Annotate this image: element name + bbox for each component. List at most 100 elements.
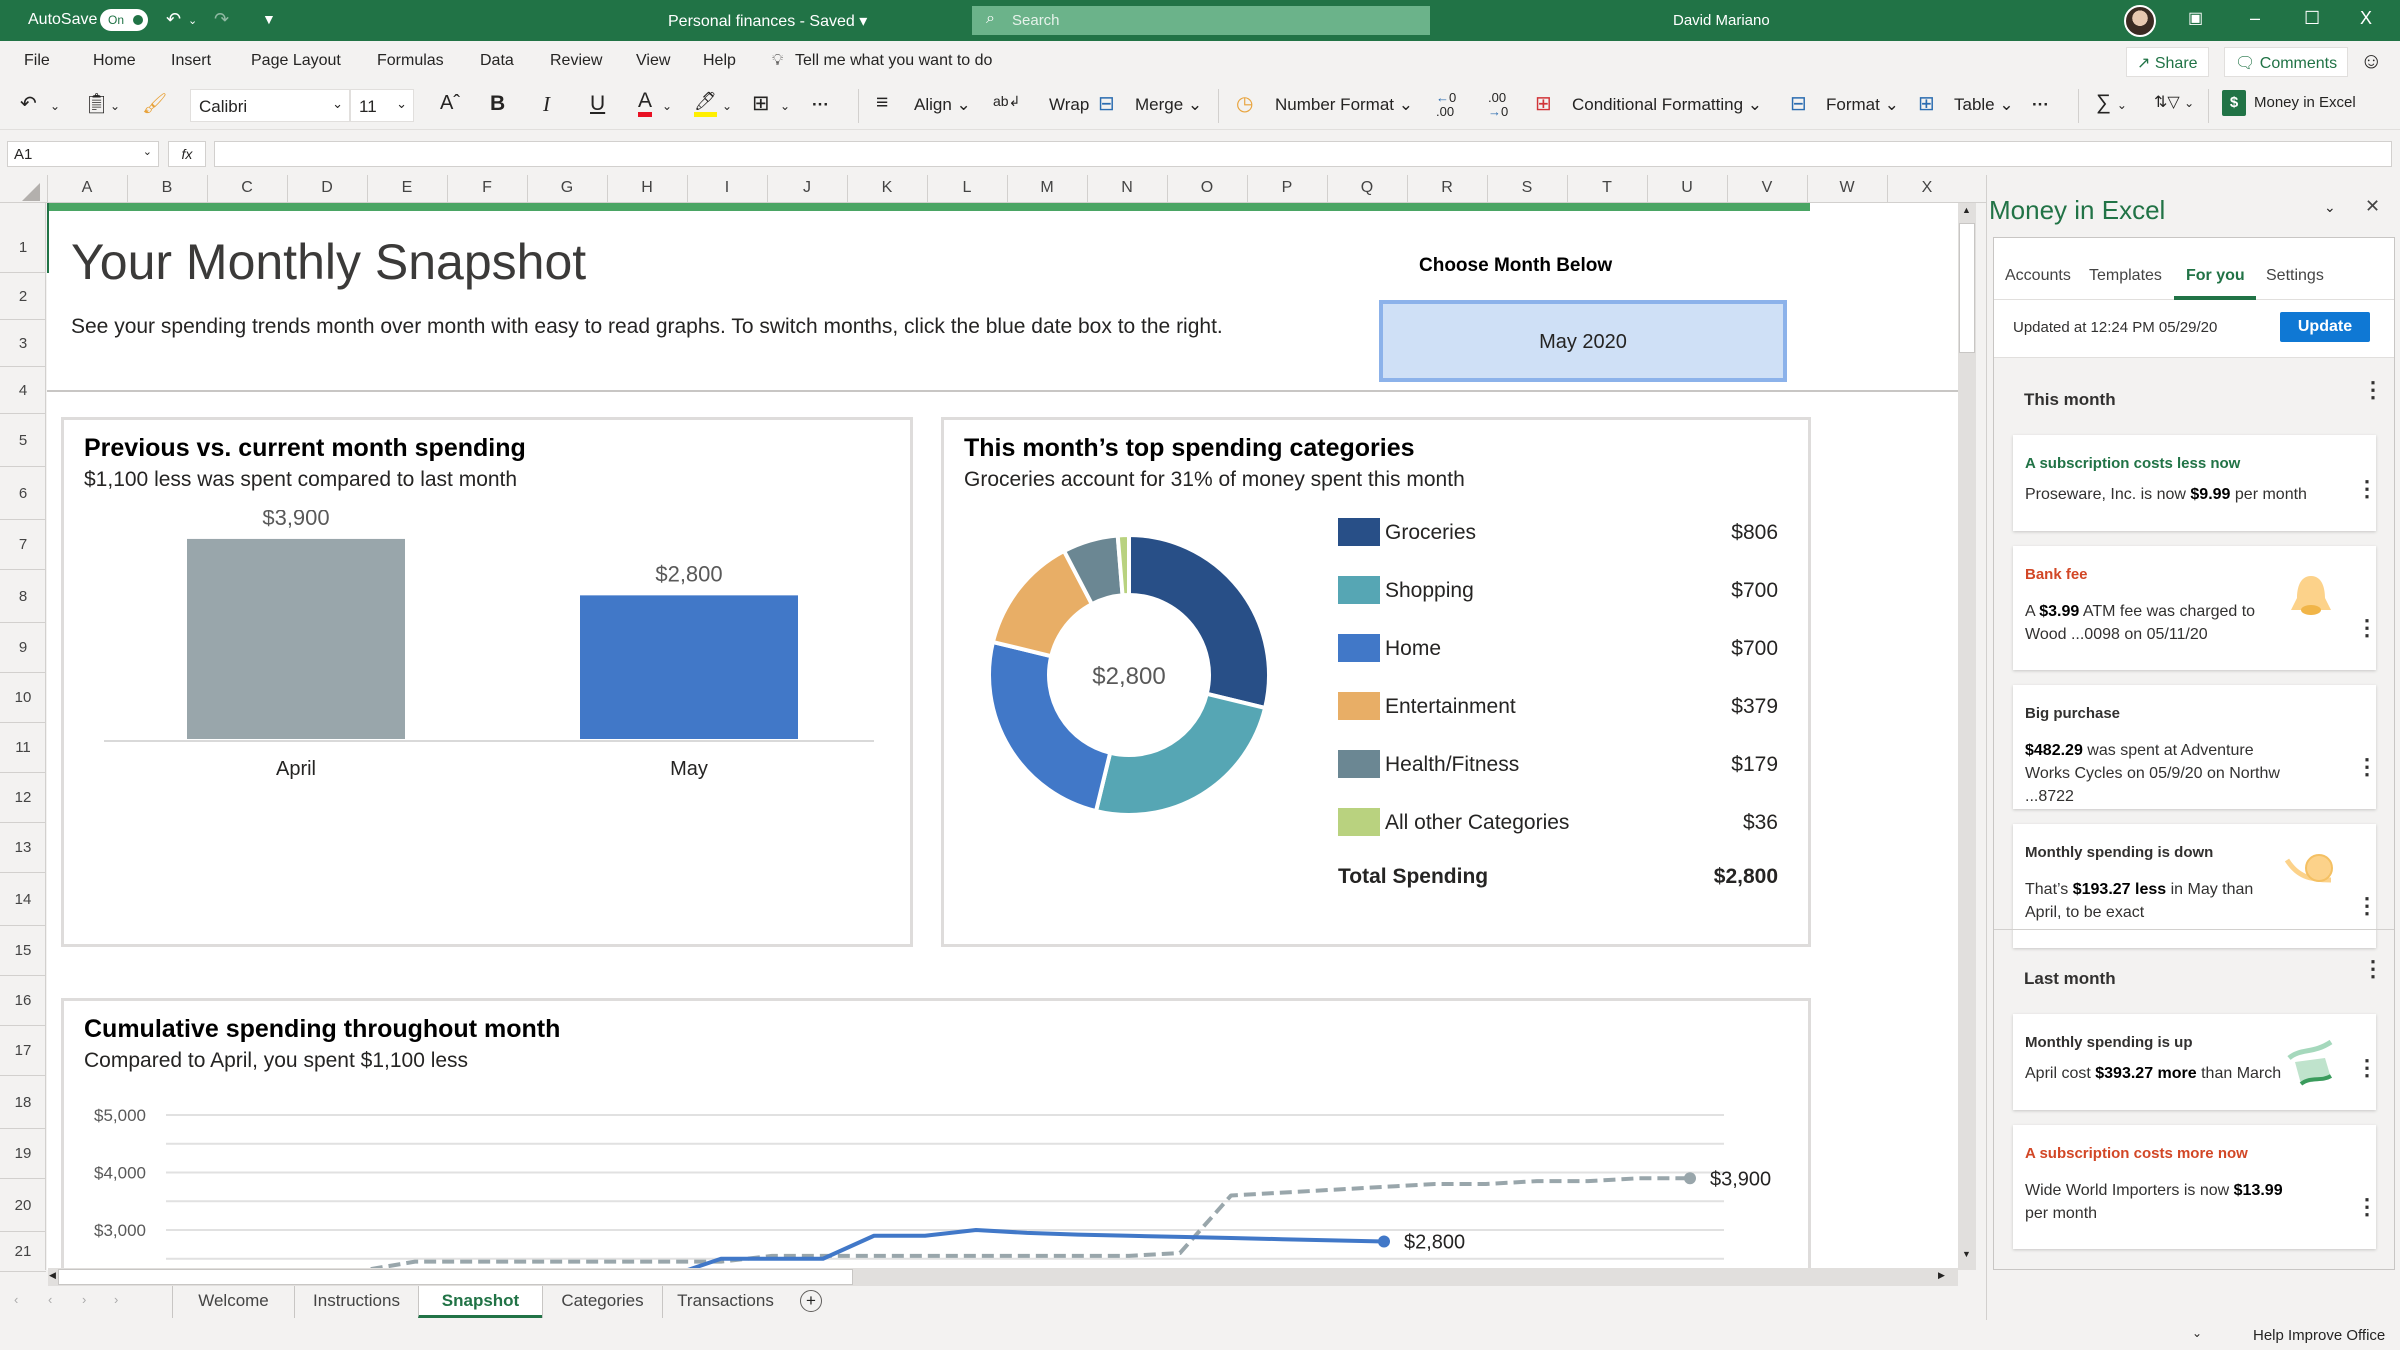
autosum-icon[interactable]: ∑ ⌄ <box>2096 91 2127 115</box>
insight-more-icon[interactable]: ⋮ <box>2356 617 2378 639</box>
format-painter-icon[interactable]: 🖌︎ <box>142 91 167 116</box>
column-header[interactable]: E <box>367 179 447 197</box>
table-button[interactable]: Table ⌄ <box>1954 95 2014 115</box>
increase-decimal-icon[interactable]: ←0.00 <box>1436 91 1456 119</box>
insight-more-icon[interactable]: ⋮ <box>2356 895 2378 917</box>
minimize-button[interactable]: – <box>2250 8 2260 29</box>
pane-tab-for-you[interactable]: For you <box>2186 267 2245 285</box>
font-name-select[interactable]: Calibri ⌄ <box>190 89 350 122</box>
font-size-select[interactable]: 11 ⌄ <box>350 89 414 122</box>
sheet-tab-instructions[interactable]: Instructions <box>294 1286 418 1318</box>
column-header[interactable]: T <box>1567 179 1647 197</box>
insight-card[interactable]: Big purchase $482.29 was spent at Adventu… <box>2013 685 2378 809</box>
align-button[interactable]: Align ⌄ <box>914 95 971 115</box>
column-header[interactable]: B <box>127 179 207 197</box>
column-header[interactable]: M <box>1007 179 1087 197</box>
number-format-button[interactable]: Number Format ⌄ <box>1275 95 1413 115</box>
select-all-button[interactable] <box>22 183 40 201</box>
comments-button[interactable]: 🗨︎ Comments <box>2224 47 2349 77</box>
format-button[interactable]: Format ⌄ <box>1826 95 1899 115</box>
column-header[interactable]: W <box>1807 179 1887 197</box>
share-button[interactable]: ↗ Share <box>2126 47 2209 77</box>
line-chart-card[interactable]: Cumulative spending throughout month Com… <box>61 998 1811 1270</box>
month-picker[interactable]: May 2020 <box>1379 300 1787 382</box>
customize-quick-access-icon[interactable]: ▼ <box>262 11 276 27</box>
column-header[interactable]: V <box>1727 179 1807 197</box>
insight-card[interactable]: A subscription costs less now Proseware, … <box>2013 435 2378 531</box>
pane-options-icon[interactable]: ⌄ <box>2324 199 2336 216</box>
column-header[interactable]: R <box>1407 179 1487 197</box>
pane-tab-templates[interactable]: Templates <box>2089 267 2162 285</box>
italic-icon[interactable]: I <box>543 92 550 117</box>
column-header[interactable]: C <box>207 179 287 197</box>
scroll-down-icon[interactable]: ▼ <box>1962 1249 1971 1259</box>
menu-page-layout[interactable]: Page Layout <box>251 52 341 70</box>
row-header[interactable]: 13 <box>0 823 46 873</box>
row-header[interactable]: 14 <box>0 873 46 926</box>
undo-icon[interactable]: ↶ <box>166 9 181 30</box>
more-options-icon[interactable]: ··· <box>2032 95 2049 115</box>
column-header[interactable]: I <box>687 179 767 197</box>
this-month-more-icon[interactable]: ⋮ <box>2362 379 2384 401</box>
avatar[interactable] <box>2124 5 2156 37</box>
wrap-button[interactable]: Wrap <box>1049 95 1089 115</box>
row-header[interactable]: 12 <box>0 773 46 823</box>
merge-button[interactable]: Merge ⌄ <box>1135 95 1202 115</box>
menu-home[interactable]: Home <box>93 52 136 70</box>
row-header[interactable]: 18 <box>0 1076 46 1129</box>
horizontal-scrollbar[interactable]: ◀ ▶ <box>48 1268 1958 1286</box>
column-header[interactable]: D <box>287 179 367 197</box>
sheet-tab-snapshot[interactable]: Snapshot <box>418 1286 542 1318</box>
column-header[interactable]: H <box>607 179 687 197</box>
sheet-tab-categories[interactable]: Categories <box>542 1286 662 1318</box>
insight-more-icon[interactable]: ⋮ <box>2356 1196 2378 1218</box>
insert-function-button[interactable]: fx <box>168 141 206 167</box>
column-header[interactable]: L <box>927 179 1007 197</box>
conditional-formatting-button[interactable]: Conditional Formatting ⌄ <box>1572 95 1762 115</box>
paste-icon[interactable]: 📋︎ <box>84 91 109 116</box>
row-header[interactable]: 9 <box>0 623 46 673</box>
column-header[interactable]: J <box>767 179 847 197</box>
menu-review[interactable]: Review <box>550 52 602 70</box>
formula-input[interactable] <box>214 141 2392 167</box>
paste-dropdown-icon[interactable]: ⌄ <box>110 99 120 113</box>
undo-icon[interactable]: ↶ <box>20 91 37 116</box>
row-header[interactable]: 21 <box>0 1232 46 1272</box>
font-color-icon[interactable]: A <box>638 90 653 117</box>
chevron-down-icon[interactable]: ⌄ <box>2192 1326 2202 1340</box>
row-header[interactable]: 5 <box>0 414 46 467</box>
row-header[interactable]: 10 <box>0 673 46 723</box>
column-header[interactable]: X <box>1887 179 1967 197</box>
undo-dropdown-icon[interactable]: ⌄ <box>188 14 197 27</box>
menu-insert[interactable]: Insert <box>171 52 211 70</box>
insight-more-icon[interactable]: ⋮ <box>2356 1057 2378 1079</box>
increase-font-size-icon[interactable]: Aˆ <box>440 92 460 115</box>
name-box[interactable]: A1 ⌄ <box>7 141 159 167</box>
redo-icon[interactable]: ↷ <box>214 9 229 30</box>
row-header[interactable]: 3 <box>0 320 46 367</box>
underline-icon[interactable]: U <box>590 92 605 116</box>
column-header[interactable]: Q <box>1327 179 1407 197</box>
fill-color-icon[interactable]: 🖊︎ <box>694 90 717 117</box>
document-title[interactable]: Personal finances - Saved ▾ <box>668 11 867 31</box>
borders-dropdown-icon[interactable]: ⌄ <box>780 99 790 113</box>
pane-tab-settings[interactable]: Settings <box>2266 267 2324 285</box>
sort-filter-icon[interactable]: ⇅▽ ⌄ <box>2154 92 2194 112</box>
column-header[interactable]: O <box>1167 179 1247 197</box>
next-sheet-icon[interactable]: › <box>82 1292 86 1307</box>
column-header[interactable]: N <box>1087 179 1167 197</box>
feedback-smiley-icon[interactable]: ☺ <box>2360 48 2382 74</box>
horizontal-scroll-thumb[interactable] <box>58 1269 853 1285</box>
insight-card[interactable]: A subscription costs more now Wide World … <box>2013 1125 2378 1249</box>
ribbon-display-icon[interactable]: ▣ <box>2188 8 2203 28</box>
tell-me-search[interactable]: Tell me what you want to do <box>795 52 992 70</box>
money-in-excel-button[interactable]: $ Money in Excel <box>2222 90 2356 116</box>
insight-card[interactable]: Monthly spending is up April cost $393.27… <box>2013 1014 2378 1110</box>
insight-more-icon[interactable]: ⋮ <box>2356 478 2378 500</box>
undo-dropdown-icon[interactable]: ⌄ <box>50 99 60 113</box>
fill-color-dropdown-icon[interactable]: ⌄ <box>722 99 732 113</box>
insight-more-icon[interactable]: ⋮ <box>2356 756 2378 778</box>
help-improve-office-link[interactable]: Help Improve Office <box>2253 1327 2385 1344</box>
menu-data[interactable]: Data <box>480 52 514 70</box>
pane-close-icon[interactable]: ✕ <box>2365 196 2380 217</box>
